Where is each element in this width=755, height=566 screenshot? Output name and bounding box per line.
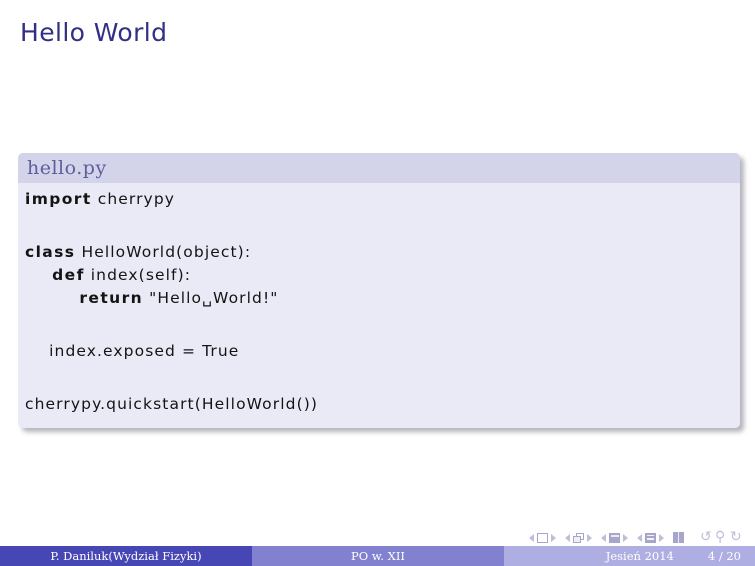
footer-date: Jesień 2014 xyxy=(605,549,674,563)
frame-navigation-icon[interactable] xyxy=(573,532,584,543)
slide-navigation-group[interactable] xyxy=(529,532,556,543)
go-forward-icon[interactable]: ↻ xyxy=(730,530,743,544)
next-subsection-icon[interactable] xyxy=(623,533,628,542)
subsection-navigation-group[interactable] xyxy=(601,532,628,543)
next-frame-icon[interactable] xyxy=(587,533,592,542)
slide-navigation-icon[interactable] xyxy=(537,532,548,543)
code-keyword: class xyxy=(25,243,76,261)
code-text: index(self): xyxy=(84,266,192,284)
footer-meta: Jesień 2014 4 / 20 xyxy=(504,546,755,566)
code-line: return "Hello␣World!" xyxy=(25,287,740,310)
page-title: Hello World xyxy=(20,18,168,47)
code-text: cherrypy xyxy=(91,190,176,208)
footer-title: PO w. XII xyxy=(252,546,504,566)
code-line: class HelloWorld(object): xyxy=(25,241,740,264)
code-listing-block: hello.py import cherrypy class HelloWorl… xyxy=(18,153,740,428)
previous-section-icon[interactable] xyxy=(637,533,642,542)
beamer-navigation-symbols[interactable]: ↺ ⚲ ↻ xyxy=(529,530,743,544)
code-text: index.exposed = True xyxy=(25,342,240,360)
code-line: cherrypy.quickstart(HelloWorld()) xyxy=(25,393,740,416)
search-icon[interactable]: ⚲ xyxy=(715,530,728,544)
document-navigation-icon[interactable] xyxy=(673,532,684,543)
section-navigation-group[interactable] xyxy=(637,532,664,543)
go-back-icon[interactable]: ↺ xyxy=(700,530,713,544)
footer-page-number: 4 / 20 xyxy=(707,549,741,563)
subsection-navigation-icon[interactable] xyxy=(609,532,620,543)
code-keyword: import xyxy=(25,190,92,208)
code-line: def index(self): xyxy=(25,264,740,287)
footer-author: P. Daniluk(Wydział Fizyki) xyxy=(0,546,252,566)
previous-slide-icon[interactable] xyxy=(529,533,534,542)
code-line: index.exposed = True xyxy=(25,340,740,363)
code-text: "Hello␣World!" xyxy=(143,289,279,307)
next-slide-icon[interactable] xyxy=(551,533,556,542)
code-block-title: hello.py xyxy=(18,153,740,183)
section-navigation-icon[interactable] xyxy=(645,532,656,543)
footer: P. Daniluk(Wydział Fizyki) PO w. XII Jes… xyxy=(0,546,755,566)
code-text: cherrypy.quickstart(HelloWorld()) xyxy=(25,395,319,413)
code-line: import cherrypy xyxy=(25,188,740,211)
code-block-body: import cherrypy class HelloWorld(object)… xyxy=(18,183,740,428)
previous-frame-icon[interactable] xyxy=(565,533,570,542)
beamer-slide: Hello World hello.py import cherrypy cla… xyxy=(0,0,755,566)
next-section-icon[interactable] xyxy=(659,533,664,542)
code-keyword: def xyxy=(25,266,85,284)
code-text: HelloWorld(object): xyxy=(75,243,252,261)
frame-navigation-group[interactable] xyxy=(565,532,592,543)
code-keyword: return xyxy=(25,289,144,307)
previous-subsection-icon[interactable] xyxy=(601,533,606,542)
